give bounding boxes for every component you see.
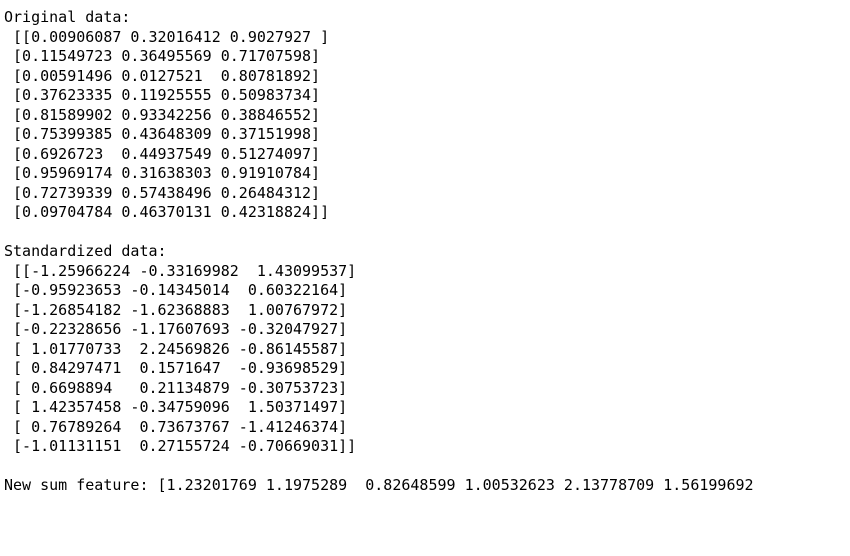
console-output: Original data: [[0.00906087 0.32016412 0… [0,0,850,496]
